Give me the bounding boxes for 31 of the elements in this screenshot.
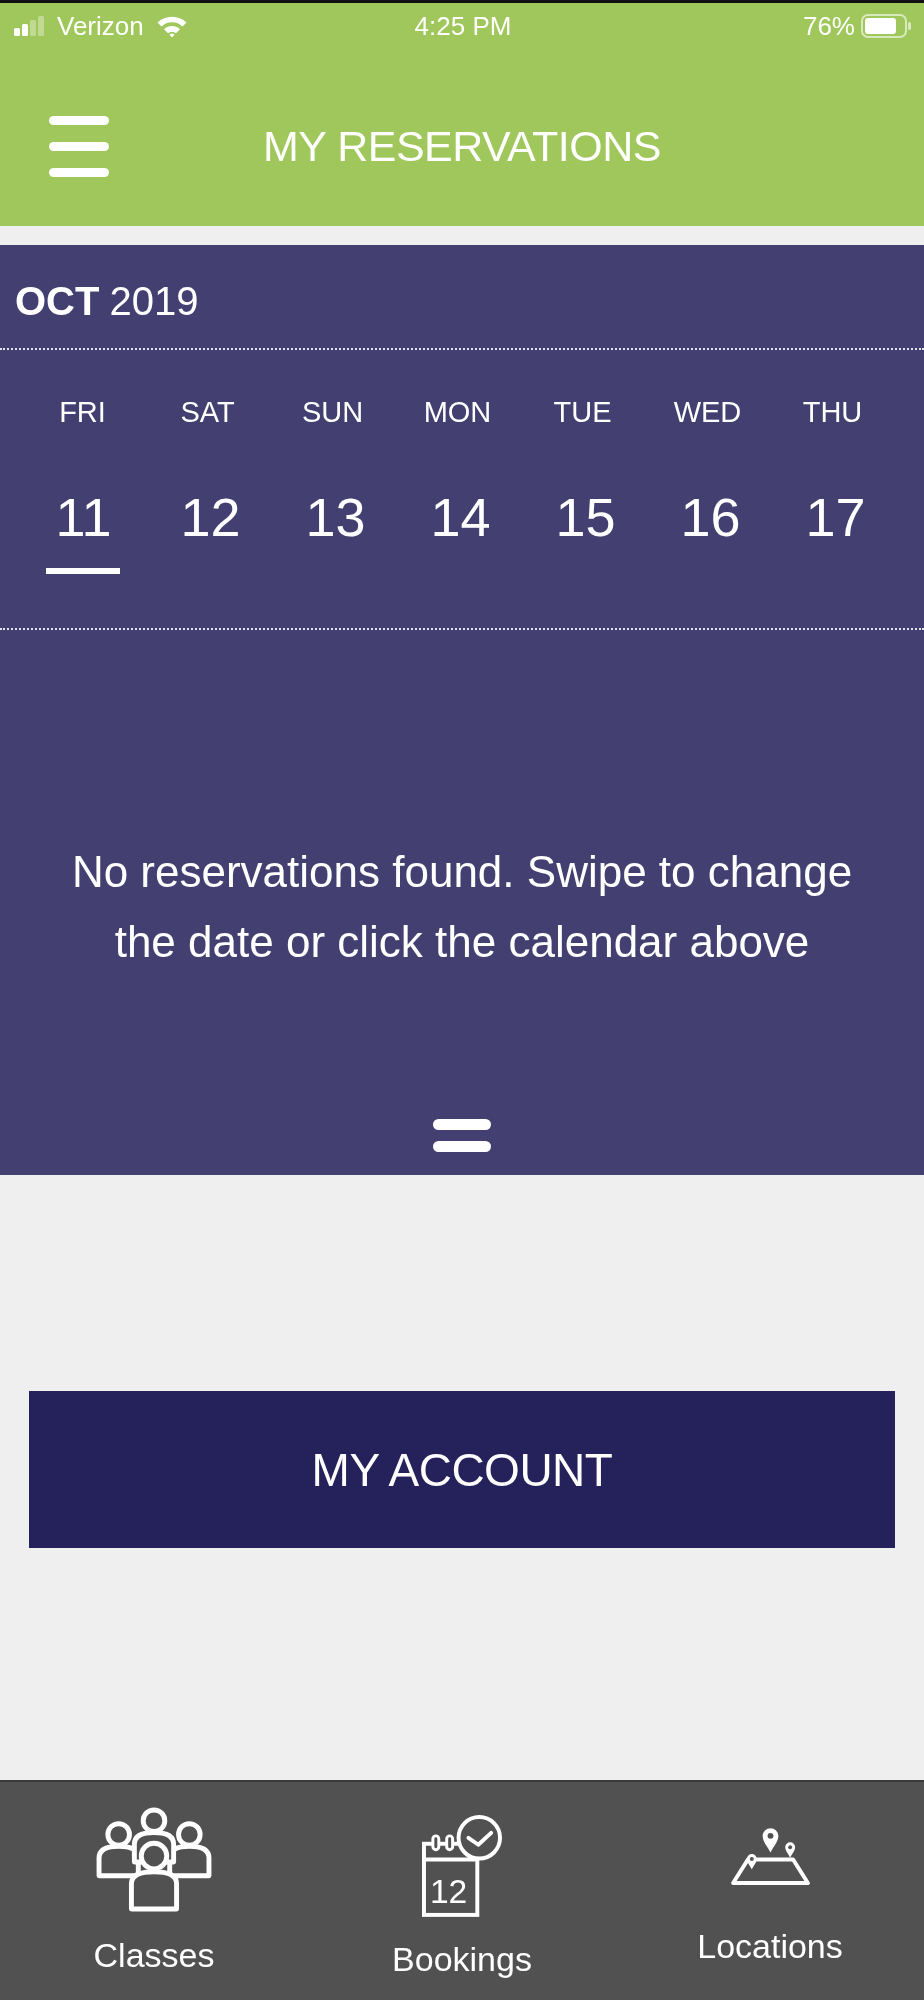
tab-label[interactable]: Locations: [697, 1925, 843, 1966]
map-pins-icon[interactable]: [729, 1826, 811, 1886]
weekday-label: MON: [423, 395, 492, 429]
signal-icon: [14, 16, 45, 36]
date-button[interactable]: 16: [670, 487, 745, 574]
date-button[interactable]: 15: [545, 487, 620, 574]
weekday-label: TUE: [553, 395, 612, 429]
date-button[interactable]: 13: [295, 487, 370, 574]
date-button[interactable]: 14: [420, 487, 495, 574]
weekday-label: WED: [673, 395, 742, 429]
drag-handle-icon[interactable]: [433, 1119, 491, 1152]
battery-percent: 76%: [802, 10, 855, 42]
carrier-name: Verizon: [57, 10, 144, 42]
weekday-label: SAT: [180, 395, 235, 429]
weekday-label: THU: [802, 395, 863, 429]
date-button[interactable]: 17: [795, 487, 870, 574]
status-time: 4:25 PM: [414, 10, 512, 42]
weekday-label: SUN: [301, 395, 364, 429]
page-title: MY RESERVATIONS: [263, 122, 661, 171]
year-label: 2019: [109, 279, 199, 324]
weekday-label: FRI: [59, 395, 106, 429]
empty-message: No reservations found. Swipe to change the date or click the calendar above: [70, 846, 854, 968]
tab-label[interactable]: Bookings: [392, 1938, 532, 1979]
tab-label[interactable]: Classes: [93, 1935, 215, 1975]
battery-icon: [861, 14, 912, 38]
date-button[interactable]: 11: [45, 487, 120, 574]
date-button[interactable]: 12: [170, 487, 245, 574]
wifi-icon: [155, 14, 188, 38]
my-account-button[interactable]: MY ACCOUNT: [29, 1391, 895, 1548]
people-group-icon[interactable]: [95, 1807, 213, 1913]
month-label: OCT: [15, 279, 100, 324]
